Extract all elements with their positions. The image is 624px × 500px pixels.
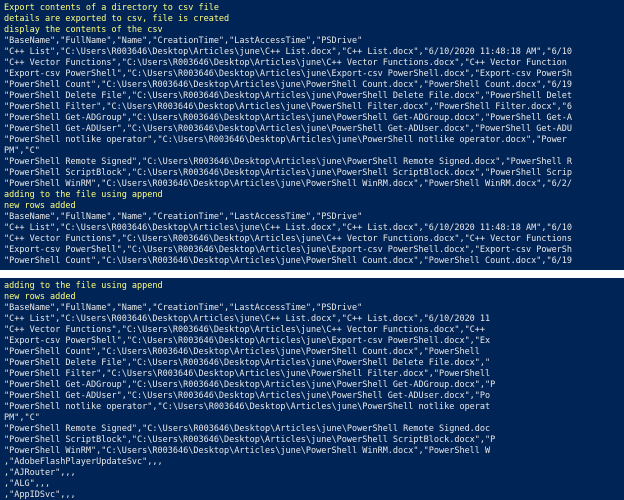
status-line: details are exported to csv, file is cre… <box>4 14 620 25</box>
csv-row: ,"AppIDSvc",,, <box>4 490 620 500</box>
csv-row: "PowerShell Get-ADUser","C:\Users\R00364… <box>4 391 620 402</box>
csv-row: "PowerShell ScriptBlock","C:\Users\R0036… <box>4 168 620 179</box>
csv-row: "PowerShell Remote Signed","C:\Users\R00… <box>4 157 620 168</box>
csv-row: "PowerShell Filter","C:\Users\R003646\De… <box>4 369 620 380</box>
status-line: Export contents of a directory to csv fi… <box>4 3 620 14</box>
terminal-output-bottom[interactable]: adding to the file using append new rows… <box>0 278 624 500</box>
csv-row: "PowerShell notlike operator","C:\Users\… <box>4 135 620 146</box>
csv-row: "C++ Vector Functions","C:\Users\R003646… <box>4 58 620 69</box>
csv-row: "C++ List","C:\Users\R003646\Desktop\Art… <box>4 314 620 325</box>
csv-row: "PowerShell Remote Signed","C:\Users\R00… <box>4 424 620 435</box>
csv-row: "PowerShell Count","C:\Users\R003646\Des… <box>4 80 620 91</box>
csv-row: "PowerShell WinRM","C:\Users\R003646\Des… <box>4 179 620 190</box>
csv-row: "PowerShell Get-ADUser","C:\Users\R00364… <box>4 124 620 135</box>
csv-row: "C++ List","C:\Users\R003646\Desktop\Art… <box>4 223 620 234</box>
csv-row: "PowerShell Count","C:\Users\R003646\Des… <box>4 256 620 267</box>
csv-header-row: "BaseName","FullName","Name","CreationTi… <box>4 212 620 223</box>
csv-row: "PowerShell WinRM","C:\Users\R003646\Des… <box>4 446 620 457</box>
status-line: new rows added <box>4 292 620 303</box>
csv-header-row: "BaseName","FullName","Name","CreationTi… <box>4 303 620 314</box>
terminal-output-top[interactable]: Export contents of a directory to csv fi… <box>0 0 624 270</box>
status-line: adding to the file using append <box>4 281 620 292</box>
csv-row: "C++ List","C:\Users\R003646\Desktop\Art… <box>4 47 620 58</box>
csv-row: PM","C" <box>4 413 620 424</box>
csv-row: ,"AdobeFlashPlayerUpdateSvc",,, <box>4 457 620 468</box>
csv-row: "PowerShell ScriptBlock","C:\Users\R0036… <box>4 435 620 446</box>
csv-row: "PowerShell Get-ADGroup","C:\Users\R0036… <box>4 113 620 124</box>
csv-row: ,"ALG",,, <box>4 479 620 490</box>
csv-row: "PowerShell Get-ADGroup","C:\Users\R0036… <box>4 380 620 391</box>
csv-row: PM","C" <box>4 146 620 157</box>
csv-row: "C++ Vector Functions","C:\Users\R003646… <box>4 325 620 336</box>
csv-row: "PowerShell Filter","C:\Users\R003646\De… <box>4 102 620 113</box>
csv-row: "Export-csv PowerShell","C:\Users\R00364… <box>4 336 620 347</box>
csv-row: "Export-csv PowerShell","C:\Users\R00364… <box>4 69 620 80</box>
csv-row: "PowerShell Delete File","C:\Users\R0036… <box>4 358 620 369</box>
csv-header-row: "BaseName","FullName","Name","CreationTi… <box>4 36 620 47</box>
csv-row: "C++ Vector Functions","C:\Users\R003646… <box>4 234 620 245</box>
csv-row: "PowerShell Count","C:\Users\R003646\Des… <box>4 347 620 358</box>
panel-divider <box>0 270 624 278</box>
status-line: adding to the file using append <box>4 190 620 201</box>
csv-row: "PowerShell notlike operator","C:\Users\… <box>4 402 620 413</box>
csv-row: "Export-csv PowerShell","C:\Users\R00364… <box>4 245 620 256</box>
status-line: new rows added <box>4 201 620 212</box>
csv-row: "PowerShell Delete File","C:\Users\R0036… <box>4 91 620 102</box>
csv-row: ,"AJRouter",,, <box>4 468 620 479</box>
status-line: display the contents of the csv <box>4 25 620 36</box>
